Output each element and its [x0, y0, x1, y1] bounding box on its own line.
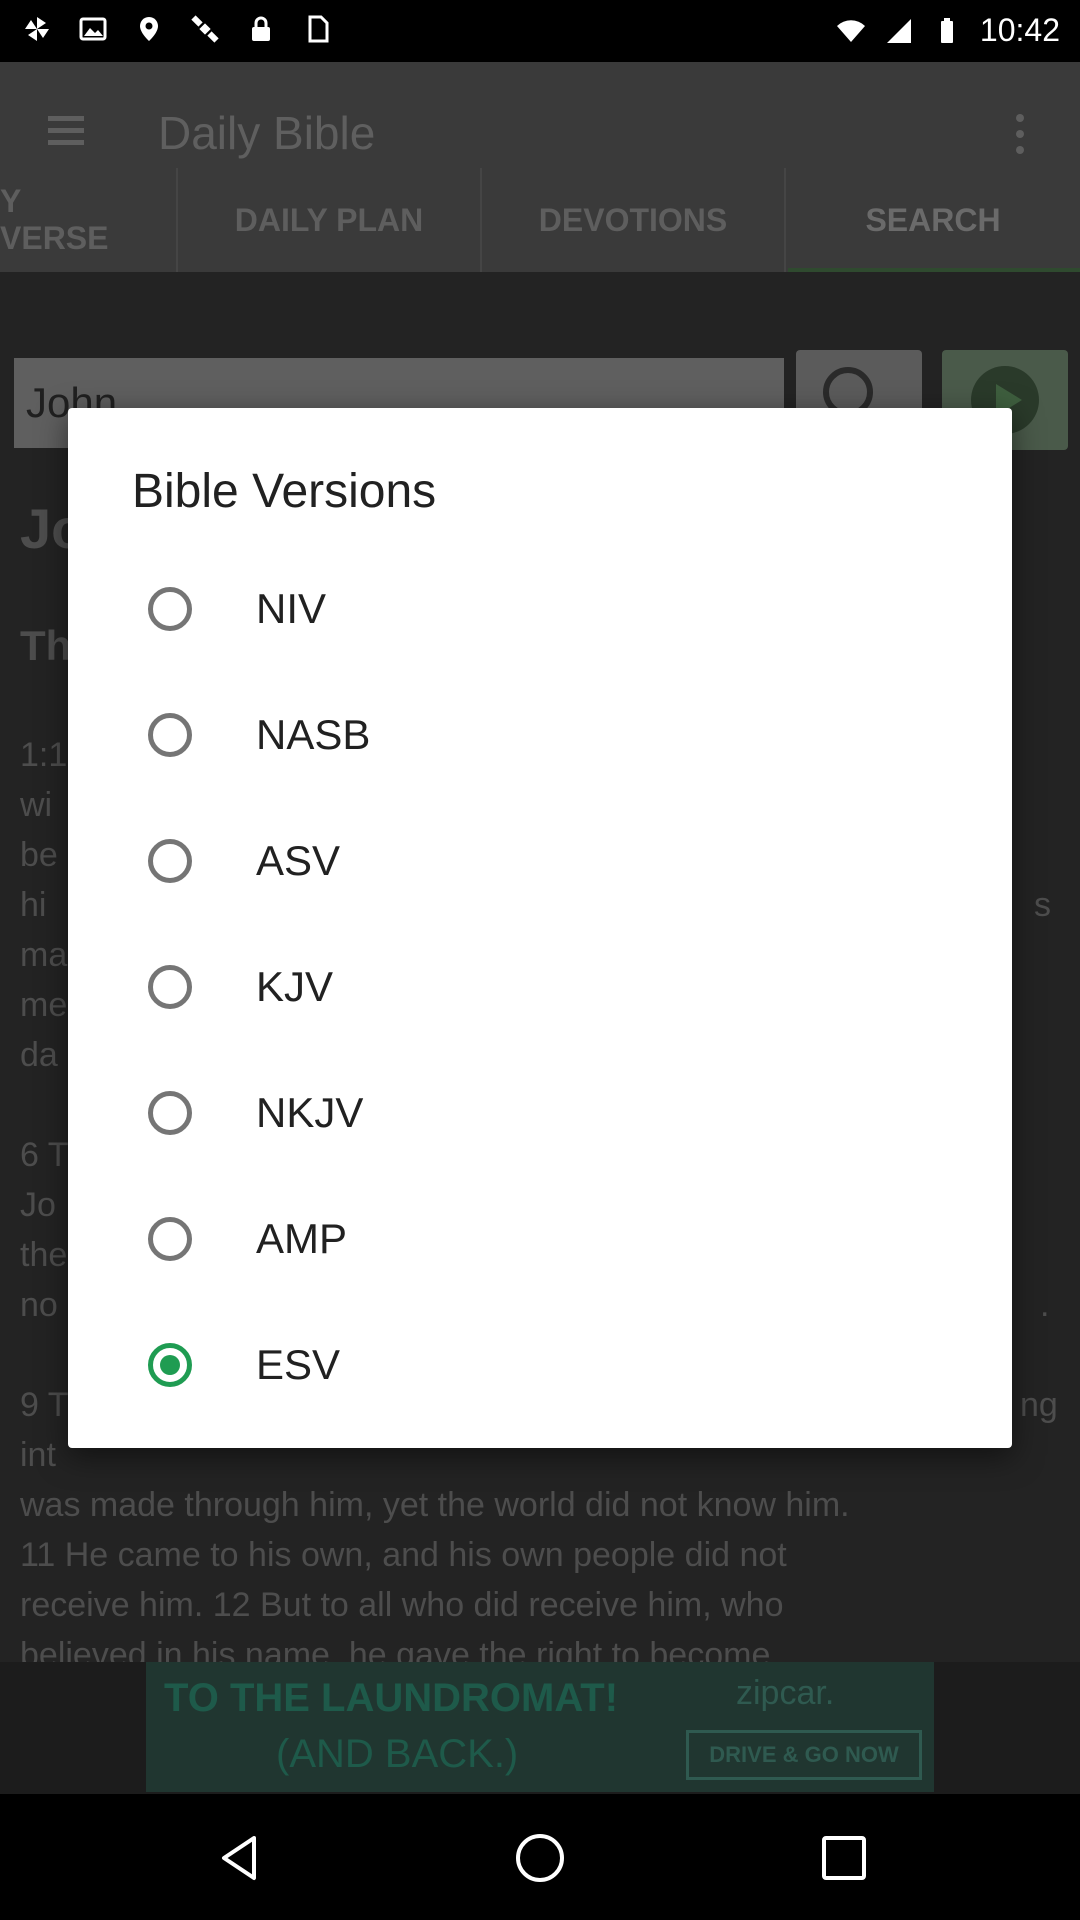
- ad-headline: TO THE LAUNDROMAT!: [164, 1676, 619, 1720]
- overflow-menu-icon[interactable]: [1016, 114, 1026, 162]
- recents-icon[interactable]: [818, 1832, 870, 1884]
- signal-icon: [886, 18, 911, 43]
- radio-button[interactable]: [148, 965, 192, 1009]
- tab-search[interactable]: SEARCH: [786, 168, 1080, 272]
- section-heading: Th: [20, 622, 72, 669]
- ad-cta-button[interactable]: DRIVE & GO NOW: [686, 1730, 922, 1780]
- option-amp[interactable]: AMP: [132, 1176, 952, 1302]
- option-asv[interactable]: ASV: [132, 798, 952, 924]
- wifi-icon: [836, 19, 865, 42]
- passage-line: 11 He came to his own, and his own peopl…: [20, 1536, 787, 1574]
- option-label: KJV: [256, 963, 334, 1010]
- ad-subline: (AND BACK.): [276, 1732, 519, 1776]
- notification-icons: [22, 14, 332, 44]
- tab-devotions[interactable]: DEVOTIONS: [482, 168, 786, 272]
- home-icon[interactable]: [514, 1832, 566, 1884]
- sim-icon: [308, 15, 329, 43]
- ad-brand: zipcar.: [736, 1674, 835, 1712]
- option-label: NASB: [256, 711, 371, 758]
- option-nkjv[interactable]: NKJV: [132, 1050, 952, 1176]
- hamburger-menu-icon[interactable]: [48, 116, 84, 146]
- radio-button-checked[interactable]: [148, 1343, 192, 1387]
- bible-versions-dialog: Bible Versions NIV NASB ASV KJV NKJV AMP…: [68, 408, 1012, 1448]
- option-label: NKJV: [256, 1089, 364, 1136]
- pinwheel-icon: [25, 17, 49, 41]
- option-label: ASV: [256, 837, 341, 884]
- radio-button[interactable]: [148, 839, 192, 883]
- option-nasb[interactable]: NASB: [132, 672, 952, 798]
- image-icon: [79, 17, 107, 41]
- navigation-bar: [0, 1794, 1080, 1920]
- status-bar: 10:42: [0, 0, 1080, 62]
- passage-line: receive him. 12 But to all who did recei…: [20, 1586, 784, 1624]
- back-icon[interactable]: [214, 1832, 266, 1884]
- tab-daily-plan[interactable]: DAILY PLAN: [178, 168, 482, 272]
- radio-button[interactable]: [148, 587, 192, 631]
- ad-banner[interactable]: TO THE LAUNDROMAT! (AND BACK.) zipcar. D…: [146, 1662, 934, 1792]
- dialog-title: Bible Versions: [132, 465, 437, 518]
- passage-fragment: s: [1034, 886, 1051, 924]
- radio-button[interactable]: [148, 1091, 192, 1135]
- app-title: Daily Bible: [158, 107, 376, 159]
- passage-line: believed in his name, he gave the right …: [20, 1636, 771, 1662]
- fake-gps-icon: [140, 17, 158, 41]
- lock-icon: [252, 16, 270, 41]
- tab-bar: Y VERSE DAILY PLAN DEVOTIONS SEARCH: [0, 168, 1080, 272]
- passage-fragment: .: [1040, 1286, 1050, 1324]
- option-label: AMP: [256, 1215, 348, 1262]
- radio-button[interactable]: [148, 1217, 192, 1261]
- passage-fragment: ng: [1020, 1386, 1058, 1424]
- option-label: ESV: [256, 1341, 341, 1388]
- option-label: NIV: [256, 585, 327, 632]
- battery-icon: [940, 17, 953, 43]
- passage-line: was made through him, yet the world did …: [20, 1486, 850, 1524]
- option-esv[interactable]: ESV: [132, 1302, 952, 1428]
- system-icons: 10:42: [836, 12, 1060, 49]
- tab-my-verse[interactable]: Y VERSE: [0, 168, 178, 272]
- satellite-icon: [191, 15, 219, 43]
- option-kjv[interactable]: KJV: [132, 924, 952, 1050]
- clock: 10:42: [979, 12, 1060, 48]
- radio-button[interactable]: [148, 713, 192, 757]
- option-niv[interactable]: NIV: [132, 546, 952, 672]
